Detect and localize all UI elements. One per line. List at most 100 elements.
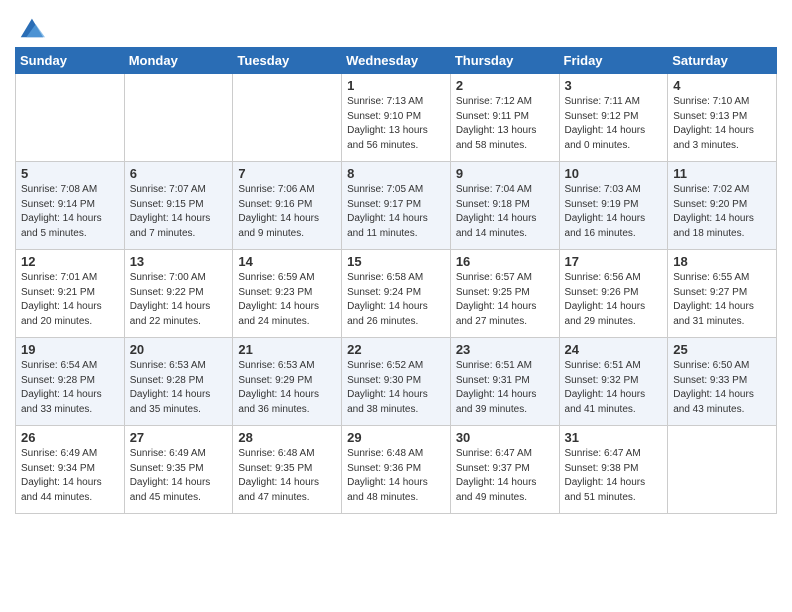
day-cell <box>233 74 342 162</box>
day-number: 6 <box>130 166 228 181</box>
day-number: 31 <box>565 430 663 445</box>
day-cell: 28 Sunrise: 6:48 AM Sunset: 9:35 PM Dayli… <box>233 426 342 514</box>
day-cell: 5 Sunrise: 7:08 AM Sunset: 9:14 PM Daylig… <box>16 162 125 250</box>
day-cell: 18Sunrise: 6:55 AM Sunset: 9:27 PM Dayli… <box>668 250 777 338</box>
day-number: 23 <box>456 342 554 357</box>
day-info: Sunrise: 6:56 AM Sunset: 9:26 PM Dayligh… <box>565 271 663 329</box>
day-cell: 12Sunrise: 7:01 AM Sunset: 9:21 PM Dayli… <box>16 250 125 338</box>
day-number: 16 <box>456 254 554 269</box>
day-cell <box>16 74 125 162</box>
day-cell <box>668 426 777 514</box>
day-cell: 30 Sunrise: 6:47 AM Sunset: 9:37 PM Dayli… <box>450 426 559 514</box>
week-row-2: 5 Sunrise: 7:08 AM Sunset: 9:14 PM Daylig… <box>16 162 777 250</box>
day-info: Sunrise: 6:52 AM Sunset: 9:30 PM Dayligh… <box>347 359 445 417</box>
day-cell <box>124 74 233 162</box>
week-row-4: 19 Sunrise: 6:54 AM Sunset: 9:28 PM Dayli… <box>16 338 777 426</box>
day-number: 1 <box>347 78 445 93</box>
day-cell: 22 Sunrise: 6:52 AM Sunset: 9:30 PM Dayli… <box>342 338 451 426</box>
day-info: Sunrise: 6:53 AM Sunset: 9:29 PM Dayligh… <box>238 359 336 417</box>
day-info: Sunrise: 7:05 AM Sunset: 9:17 PM Dayligh… <box>347 183 445 241</box>
day-number: 24 <box>565 342 663 357</box>
day-cell: 16 Sunrise: 6:57 AM Sunset: 9:25 PM Dayli… <box>450 250 559 338</box>
day-cell: 21Sunrise: 6:53 AM Sunset: 9:29 PM Dayli… <box>233 338 342 426</box>
day-cell: 7 Sunrise: 7:06 AM Sunset: 9:16 PM Daylig… <box>233 162 342 250</box>
weekday-header-monday: Monday <box>124 48 233 74</box>
day-cell: 25 Sunrise: 6:50 AM Sunset: 9:33 PM Dayli… <box>668 338 777 426</box>
weekday-header-row: SundayMondayTuesdayWednesdayThursdayFrid… <box>16 48 777 74</box>
logo-icon <box>17 13 45 41</box>
weekday-header-wednesday: Wednesday <box>342 48 451 74</box>
day-info: Sunrise: 6:50 AM Sunset: 9:33 PM Dayligh… <box>673 359 771 417</box>
day-info: Sunrise: 6:48 AM Sunset: 9:36 PM Dayligh… <box>347 447 445 505</box>
day-number: 28 <box>238 430 336 445</box>
day-info: Sunrise: 6:54 AM Sunset: 9:28 PM Dayligh… <box>21 359 119 417</box>
day-number: 11 <box>673 166 771 181</box>
day-cell: 8 Sunrise: 7:05 AM Sunset: 9:17 PM Daylig… <box>342 162 451 250</box>
day-number: 30 <box>456 430 554 445</box>
day-info: Sunrise: 7:02 AM Sunset: 9:20 PM Dayligh… <box>673 183 771 241</box>
day-info: Sunrise: 7:11 AM Sunset: 9:12 PM Dayligh… <box>565 95 663 153</box>
day-cell: 23 Sunrise: 6:51 AM Sunset: 9:31 PM Dayli… <box>450 338 559 426</box>
day-number: 15 <box>347 254 445 269</box>
day-number: 22 <box>347 342 445 357</box>
day-number: 18 <box>673 254 771 269</box>
day-number: 25 <box>673 342 771 357</box>
week-row-1: 1 Sunrise: 7:13 AM Sunset: 9:10 PM Daylig… <box>16 74 777 162</box>
day-info: Sunrise: 6:47 AM Sunset: 9:38 PM Dayligh… <box>565 447 663 505</box>
day-cell: 17 Sunrise: 6:56 AM Sunset: 9:26 PM Dayli… <box>559 250 668 338</box>
day-cell: 9 Sunrise: 7:04 AM Sunset: 9:18 PM Daylig… <box>450 162 559 250</box>
day-number: 20 <box>130 342 228 357</box>
day-cell: 31 Sunrise: 6:47 AM Sunset: 9:38 PM Dayli… <box>559 426 668 514</box>
day-info: Sunrise: 7:06 AM Sunset: 9:16 PM Dayligh… <box>238 183 336 241</box>
day-number: 8 <box>347 166 445 181</box>
day-info: Sunrise: 6:59 AM Sunset: 9:23 PM Dayligh… <box>238 271 336 329</box>
day-number: 2 <box>456 78 554 93</box>
weekday-header-tuesday: Tuesday <box>233 48 342 74</box>
day-cell: 27 Sunrise: 6:49 AM Sunset: 9:35 PM Dayli… <box>124 426 233 514</box>
day-info: Sunrise: 7:07 AM Sunset: 9:15 PM Dayligh… <box>130 183 228 241</box>
day-info: Sunrise: 7:10 AM Sunset: 9:13 PM Dayligh… <box>673 95 771 153</box>
day-info: Sunrise: 6:58 AM Sunset: 9:24 PM Dayligh… <box>347 271 445 329</box>
day-info: Sunrise: 7:08 AM Sunset: 9:14 PM Dayligh… <box>21 183 119 241</box>
header <box>15 10 777 41</box>
day-cell: 2 Sunrise: 7:12 AM Sunset: 9:11 PM Daylig… <box>450 74 559 162</box>
day-cell: 29 Sunrise: 6:48 AM Sunset: 9:36 PM Dayli… <box>342 426 451 514</box>
day-cell: 19 Sunrise: 6:54 AM Sunset: 9:28 PM Dayli… <box>16 338 125 426</box>
day-cell: 3 Sunrise: 7:11 AM Sunset: 9:12 PM Daylig… <box>559 74 668 162</box>
calendar-table: SundayMondayTuesdayWednesdayThursdayFrid… <box>15 47 777 514</box>
day-cell: 20Sunrise: 6:53 AM Sunset: 9:28 PM Dayli… <box>124 338 233 426</box>
day-number: 27 <box>130 430 228 445</box>
day-number: 17 <box>565 254 663 269</box>
day-number: 7 <box>238 166 336 181</box>
day-number: 10 <box>565 166 663 181</box>
day-cell: 11 Sunrise: 7:02 AM Sunset: 9:20 PM Dayli… <box>668 162 777 250</box>
day-cell: 1 Sunrise: 7:13 AM Sunset: 9:10 PM Daylig… <box>342 74 451 162</box>
day-info: Sunrise: 7:01 AM Sunset: 9:21 PM Dayligh… <box>21 271 119 329</box>
day-number: 3 <box>565 78 663 93</box>
day-number: 9 <box>456 166 554 181</box>
weekday-header-sunday: Sunday <box>16 48 125 74</box>
day-info: Sunrise: 7:13 AM Sunset: 9:10 PM Dayligh… <box>347 95 445 153</box>
weekday-header-saturday: Saturday <box>668 48 777 74</box>
day-cell: 13Sunrise: 7:00 AM Sunset: 9:22 PM Dayli… <box>124 250 233 338</box>
day-number: 4 <box>673 78 771 93</box>
day-cell: 15 Sunrise: 6:58 AM Sunset: 9:24 PM Dayli… <box>342 250 451 338</box>
day-info: Sunrise: 6:57 AM Sunset: 9:25 PM Dayligh… <box>456 271 554 329</box>
day-number: 19 <box>21 342 119 357</box>
day-info: Sunrise: 7:00 AM Sunset: 9:22 PM Dayligh… <box>130 271 228 329</box>
day-info: Sunrise: 6:51 AM Sunset: 9:31 PM Dayligh… <box>456 359 554 417</box>
day-number: 5 <box>21 166 119 181</box>
day-number: 14 <box>238 254 336 269</box>
day-cell: 26Sunrise: 6:49 AM Sunset: 9:34 PM Dayli… <box>16 426 125 514</box>
week-row-5: 26Sunrise: 6:49 AM Sunset: 9:34 PM Dayli… <box>16 426 777 514</box>
day-info: Sunrise: 7:12 AM Sunset: 9:11 PM Dayligh… <box>456 95 554 153</box>
day-info: Sunrise: 6:49 AM Sunset: 9:35 PM Dayligh… <box>130 447 228 505</box>
logo <box>15 15 45 41</box>
day-info: Sunrise: 6:48 AM Sunset: 9:35 PM Dayligh… <box>238 447 336 505</box>
day-cell: 14 Sunrise: 6:59 AM Sunset: 9:23 PM Dayli… <box>233 250 342 338</box>
day-info: Sunrise: 7:04 AM Sunset: 9:18 PM Dayligh… <box>456 183 554 241</box>
weekday-header-thursday: Thursday <box>450 48 559 74</box>
day-info: Sunrise: 6:47 AM Sunset: 9:37 PM Dayligh… <box>456 447 554 505</box>
day-number: 29 <box>347 430 445 445</box>
day-cell: 10Sunrise: 7:03 AM Sunset: 9:19 PM Dayli… <box>559 162 668 250</box>
